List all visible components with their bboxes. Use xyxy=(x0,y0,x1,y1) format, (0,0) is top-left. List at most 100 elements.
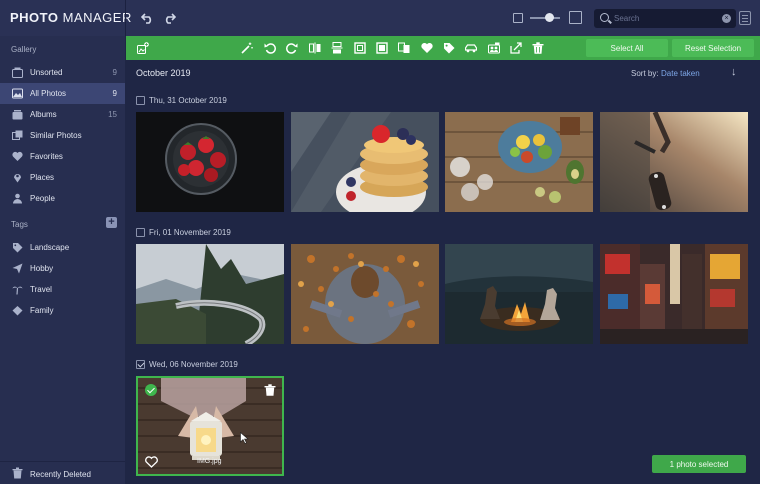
rotate-left-icon[interactable] xyxy=(263,41,277,55)
logo-divider xyxy=(125,0,126,36)
compare-icon[interactable] xyxy=(397,41,411,55)
heart-icon[interactable] xyxy=(420,41,434,55)
photo-thumbnail[interactable] xyxy=(291,112,439,212)
zoom-in-icon[interactable] xyxy=(569,11,582,24)
zoom-out-icon[interactable] xyxy=(513,13,523,23)
trash-icon[interactable] xyxy=(531,41,545,55)
family-icon xyxy=(12,306,23,316)
similar-photos-icon xyxy=(12,130,23,140)
share-icon[interactable] xyxy=(509,41,523,55)
filter-icon[interactable] xyxy=(739,11,751,25)
sidebar-tag-landscape[interactable]: Landscape xyxy=(0,237,125,258)
mouse-cursor-icon xyxy=(240,432,249,444)
group-date-label: Fri, 01 November 2019 xyxy=(149,227,231,237)
sidebar: Gallery Unsorted 9 All Photos 9 Albums 1… xyxy=(0,36,125,484)
clear-search-icon[interactable]: × xyxy=(722,14,731,23)
sidebar-item-favorites[interactable]: Favorites xyxy=(0,146,125,167)
sidebar-item-places[interactable]: Places xyxy=(0,167,125,188)
sidebar-item-all-photos[interactable]: All Photos 9 xyxy=(0,83,125,104)
selected-check-icon[interactable] xyxy=(145,384,157,396)
undo-icon[interactable] xyxy=(138,9,156,27)
sidebar-item-count: 15 xyxy=(108,110,117,119)
sort-label: Sort by: xyxy=(631,69,659,78)
sidebar-item-label: Favorites xyxy=(30,152,63,161)
salad-table-photo xyxy=(445,112,593,212)
sidebar-item-albums[interactable]: Albums 15 xyxy=(0,104,125,125)
sidebar-item-label: All Photos xyxy=(30,89,67,98)
sidebar-tag-hobby[interactable]: Hobby xyxy=(0,258,125,279)
edit-toolbar: Select All Reset Selection xyxy=(126,36,760,60)
reset-selection-button[interactable]: Reset Selection xyxy=(672,39,754,57)
sidebar-tag-travel[interactable]: Travel xyxy=(0,279,125,300)
date-group-header: Wed, 06 November 2019 xyxy=(136,358,238,370)
pancakes-photo xyxy=(291,112,439,212)
skateboard-photo xyxy=(600,112,748,212)
campfire-photo xyxy=(445,244,593,344)
unsorted-icon xyxy=(12,67,23,78)
photo-icon xyxy=(12,88,23,99)
rotate-right-icon[interactable] xyxy=(285,41,299,55)
select-all-button[interactable]: Select All xyxy=(586,39,668,57)
search-box: × xyxy=(594,9,736,28)
sidebar-item-label: Similar Photos xyxy=(30,131,82,140)
add-tag-button[interactable]: + xyxy=(106,217,117,228)
sort-direction-icon[interactable]: ↓ xyxy=(731,66,737,78)
tag-icon[interactable] xyxy=(442,41,456,55)
add-to-album-icon[interactable] xyxy=(136,41,150,55)
sidebar-item-count: 9 xyxy=(112,68,117,77)
title-bar: PHOTO MANAGER × xyxy=(0,0,760,36)
magic-wand-icon[interactable] xyxy=(240,41,254,55)
sidebar-tag-family[interactable]: Family xyxy=(0,300,125,321)
zoom-slider-handle[interactable] xyxy=(545,13,554,22)
palm-tree-icon xyxy=(12,286,23,295)
albums-icon xyxy=(12,110,23,120)
recently-deleted-label: Recently Deleted xyxy=(30,470,91,479)
group-date-label: Thu, 31 October 2019 xyxy=(149,95,227,105)
car-icon[interactable] xyxy=(464,41,478,55)
favorite-heart-icon[interactable] xyxy=(145,456,158,468)
group-select-checkbox[interactable] xyxy=(136,95,145,105)
sidebar-tag-label: Travel xyxy=(30,285,52,294)
tags-heading: Tags xyxy=(11,220,28,229)
sidebar-divider xyxy=(0,461,125,462)
crop-icon[interactable] xyxy=(353,41,367,55)
flip-horizontal-icon[interactable] xyxy=(308,41,322,55)
sort-dropdown[interactable]: Date taken xyxy=(661,69,700,78)
date-group-header: Fri, 01 November 2019 xyxy=(136,226,231,238)
group-select-checkbox[interactable] xyxy=(136,359,145,369)
photo-manager-window: PHOTO MANAGER × Gallery Unsorted 9 All P… xyxy=(0,0,760,484)
resize-icon[interactable] xyxy=(375,41,389,55)
paper-plane-icon xyxy=(12,263,23,274)
redo-icon[interactable] xyxy=(160,9,178,27)
people-icon[interactable] xyxy=(487,41,501,55)
photo-thumbnail[interactable] xyxy=(445,112,593,212)
date-group-header: Thu, 31 October 2019 xyxy=(136,94,227,106)
sidebar-tag-label: Hobby xyxy=(30,264,54,273)
city-street-photo xyxy=(600,244,748,344)
flip-vertical-icon[interactable] xyxy=(330,41,344,55)
logo-bold-text: PHOTO xyxy=(10,10,59,25)
photo-thumbnail[interactable] xyxy=(136,112,284,212)
heart-icon xyxy=(12,151,23,161)
trash-icon[interactable] xyxy=(264,384,276,396)
sidebar-item-similar-photos[interactable]: Similar Photos xyxy=(0,125,125,146)
sidebar-item-label: Albums xyxy=(30,110,57,119)
photo-thumbnail[interactable] xyxy=(600,244,748,344)
photo-thumbnail[interactable] xyxy=(600,112,748,212)
search-icon xyxy=(600,13,609,22)
sidebar-item-count: 9 xyxy=(112,89,117,98)
search-input[interactable] xyxy=(614,11,714,26)
sidebar-item-label: Places xyxy=(30,173,55,182)
sidebar-item-people[interactable]: People xyxy=(0,188,125,209)
sidebar-item-unsorted[interactable]: Unsorted 9 xyxy=(0,62,125,83)
sidebar-item-recently-deleted[interactable]: Recently Deleted xyxy=(0,464,125,484)
mountain-road-photo xyxy=(136,244,284,344)
photo-thumbnail[interactable] xyxy=(445,244,593,344)
photo-grid: October 2019 Sort by: Date taken ↓ Thu, … xyxy=(126,60,760,484)
group-select-checkbox[interactable] xyxy=(136,227,145,237)
trash-icon xyxy=(12,467,23,479)
location-pin-icon xyxy=(14,174,21,183)
selection-status-badge: 1 photo selected xyxy=(652,455,746,473)
photo-thumbnail[interactable] xyxy=(136,244,284,344)
photo-thumbnail[interactable] xyxy=(291,244,439,344)
